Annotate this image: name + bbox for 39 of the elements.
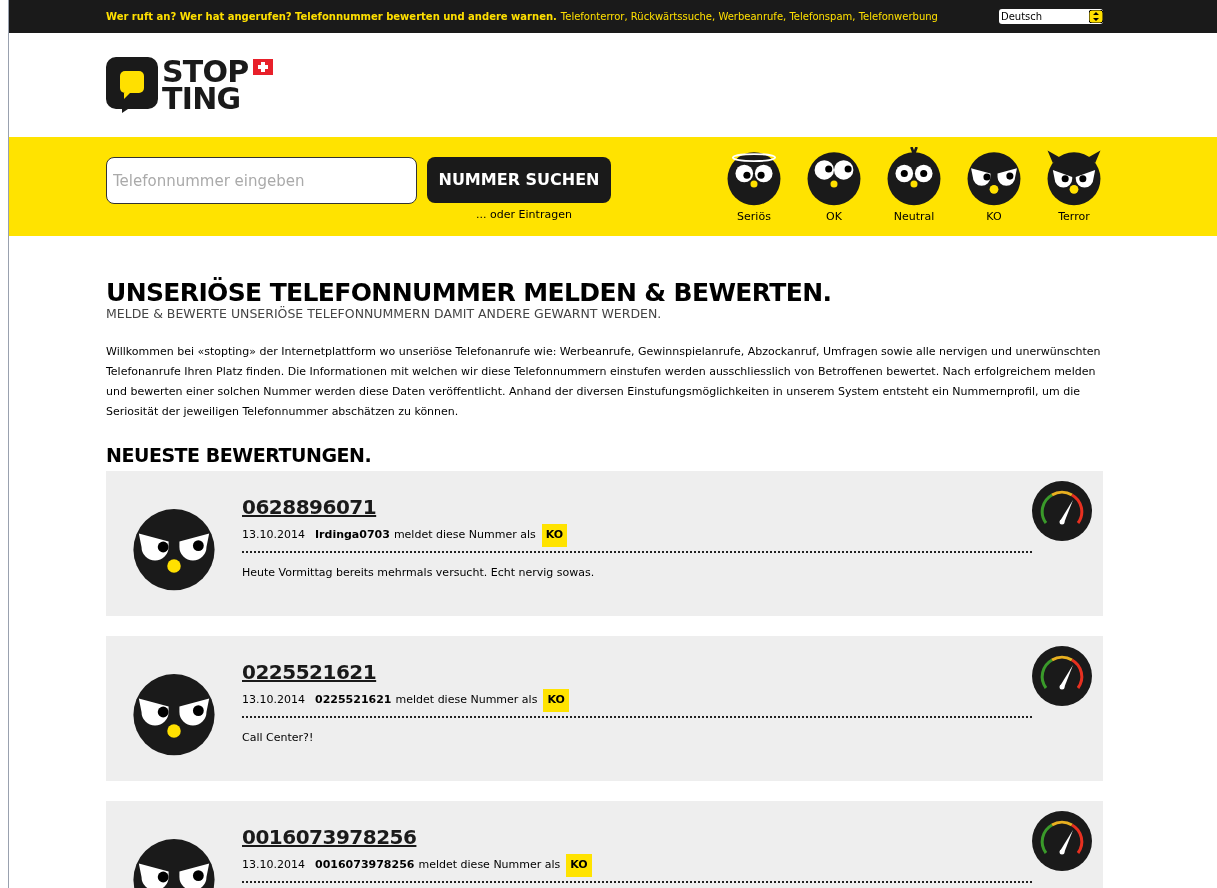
rating-label: Seriös (737, 209, 771, 226)
language-select[interactable]: Deutsch (999, 9, 1103, 24)
report-date: 13.10.2014 (242, 857, 305, 873)
speech-bubble-icon (106, 57, 158, 113)
gauge-icon (1032, 646, 1092, 706)
tagline: Wer ruft an? Wer hat angerufen? Telefonnummer bewerten und andere warnen. (106, 10, 557, 24)
phone-number-link[interactable]: 0225521621 (242, 660, 377, 684)
swiss-flag-icon (252, 59, 273, 75)
rating-badge: KO (543, 689, 569, 712)
report-text: meldet diese Nummer als (393, 527, 536, 543)
username: 0016073978256 (315, 857, 415, 873)
search-button[interactable]: NUMMER SUCHEN (427, 157, 611, 204)
page-subheading: MELDE & BEWERTE UNSERIÖSE TELEFONNUMMERN DAMIT ANDERE GEWARNT WERDEN. (106, 306, 663, 321)
logo-text: STOP (162, 58, 249, 85)
gauge-icon (1032, 811, 1092, 871)
rating-badge: KO (541, 524, 568, 547)
caret-icon (1089, 10, 1103, 23)
phone-number-field[interactable]: Telefonnummer eingeben (106, 157, 417, 205)
comment-text: Heute Vormittag bereits mehrmals versucht. Echt nervig sowas. (242, 564, 596, 581)
comment-text: Call Center?! (242, 729, 315, 746)
username: 0225521621 (315, 692, 392, 708)
rating-label: Terror (1058, 209, 1090, 226)
keywords-text: Telefonterror, Rückwärtssuche, Werbeanrufe, Telefonspam, Telefonwerbung (560, 10, 938, 24)
rating-badge: KO (566, 854, 592, 877)
register-link[interactable]: ... oder Eintragen (476, 207, 572, 224)
intro-paragraph: Willkommen bei «stopting» der Internetplattform wo unseriöse Telefonanrufe wie: Werbeanrufe, Gewinnspielanrufe, Abzockanruf, Umfragen sowie alle nervigen und unerwünschten Telefonanrufe Ihren Platz finden. Die Informationen mit welchen wir diese Telefonnummern einstufen werden ausschliesslich von Betroffenen bewertet. Nach erfolgreichem melden und bewerten einer solchen Nummer werden diese Daten veröffentlicht. Anhand der diversen Einstufungsmöglichkeiten in unserem System entsteht ein Nummernprofil, um die Seriosität der jeweiligen Telefonnummer abschätzen zu können. (106, 344, 1102, 420)
section-heading: NEUESTE BEWERTUNGEN. (106, 443, 373, 467)
rating-label: KO (986, 209, 1002, 226)
report-date: 13.10.2014 (242, 692, 305, 708)
report-text: meldet diese Nummer als (418, 857, 561, 873)
report-text: meldet diese Nummer als (395, 692, 538, 708)
report-date: 13.10.2014 (242, 527, 305, 543)
rating-label: Neutral (893, 209, 935, 226)
rating-label: OK (826, 209, 842, 226)
username: Irdinga0703 (315, 527, 390, 543)
phone-number-link[interactable]: 0628896071 (242, 495, 377, 519)
phone-number-link[interactable]: 0016073978256 (242, 825, 417, 849)
gauge-icon (1032, 481, 1092, 541)
logo-text: TING (162, 85, 241, 112)
